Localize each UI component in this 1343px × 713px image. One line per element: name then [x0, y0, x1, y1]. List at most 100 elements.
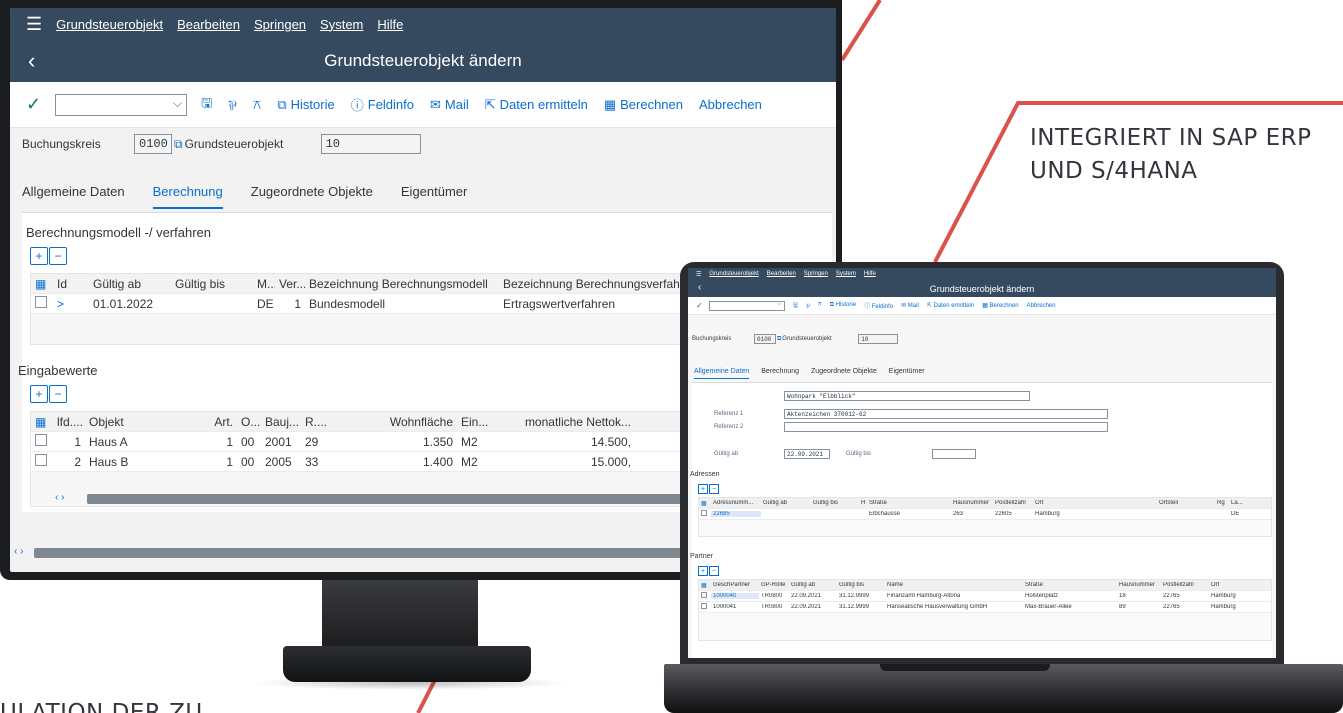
spell-icon[interactable]: ⅌: [806, 302, 810, 310]
column-header[interactable]: GP-Rolle: [759, 582, 789, 588]
menu-system[interactable]: System: [836, 271, 856, 277]
column-header[interactable]: Hausnummer: [951, 500, 993, 506]
column-header[interactable]: Ver...: [275, 277, 305, 291]
table-row[interactable]: 1000041 TR0800 22.09.2021 31.12.9999 Han…: [699, 602, 1271, 613]
insert-row-icon[interactable]: +: [698, 566, 708, 576]
column-header[interactable]: Adressnumm...: [711, 500, 761, 506]
insert-row-icon[interactable]: +: [30, 247, 48, 265]
table-settings-icon[interactable]: ▦: [699, 582, 711, 589]
cell-geschaeftspartner[interactable]: 1000041: [711, 604, 759, 610]
column-header[interactable]: H: [859, 500, 867, 506]
row-checkbox[interactable]: [35, 434, 47, 446]
column-header[interactable]: Ein...: [457, 415, 493, 429]
column-header[interactable]: Id: [53, 277, 89, 291]
daten-ermitteln-button[interactable]: ⇱ Daten ermitteln: [485, 97, 588, 113]
row-select-icon[interactable]: >: [53, 297, 89, 311]
column-header[interactable]: Name: [885, 582, 1023, 588]
menu-grundsteuerobjekt[interactable]: Grundsteuerobjekt: [56, 17, 163, 32]
delete-row-icon[interactable]: −: [49, 247, 67, 265]
insert-row-icon[interactable]: +: [30, 385, 48, 403]
column-header[interactable]: Rg: [1215, 500, 1229, 506]
feldinfo-button[interactable]: ⓘ Feldinfo: [351, 95, 414, 114]
column-header[interactable]: Gültig ab: [761, 500, 811, 506]
menu-bearbeiten[interactable]: Bearbeiten: [177, 17, 240, 32]
column-header[interactable]: Art.: [201, 415, 237, 429]
abbrechen-button[interactable]: Abbrechen: [1027, 303, 1056, 309]
menu-grundsteuerobjekt[interactable]: Grundsteuerobjekt: [709, 271, 758, 277]
tree-button[interactable]: ⚻: [253, 97, 262, 113]
chevron-down-icon[interactable]: ⌵: [777, 301, 782, 308]
historie-button[interactable]: ⧉ Historie: [830, 302, 856, 309]
grundsteuerobjekt-field[interactable]: 10: [858, 334, 899, 344]
column-header[interactable]: Gültig ab: [789, 582, 837, 588]
berechnen-button[interactable]: ▦ Berechnen: [982, 302, 1018, 309]
spell-button[interactable]: ⅌: [228, 96, 237, 114]
table-settings-icon[interactable]: ▦: [31, 277, 53, 291]
menu-hilfe[interactable]: Hilfe: [377, 17, 403, 32]
hamburger-icon[interactable]: ☰: [26, 14, 42, 35]
menu-system[interactable]: System: [320, 17, 363, 32]
column-header[interactable]: La...: [1229, 500, 1243, 506]
cell-geschaeftspartner[interactable]: 1000040: [711, 593, 759, 599]
page-scroll-arrows-icon[interactable]: ‹ ›: [14, 546, 23, 557]
back-icon[interactable]: ‹: [28, 48, 35, 74]
menu-springen[interactable]: Springen: [804, 271, 828, 277]
menu-bearbeiten[interactable]: Bearbeiten: [767, 271, 796, 277]
referenz1-field[interactable]: Aktenzeichen 370012-62: [784, 409, 1108, 419]
column-header[interactable]: O...: [237, 415, 261, 429]
column-header[interactable]: Bauj...: [261, 415, 301, 429]
table-row[interactable]: 1000040 TR0800 22.09.2021 31.12.9999 Fin…: [699, 591, 1271, 602]
table-settings-icon[interactable]: ▦: [699, 500, 711, 507]
column-header[interactable]: Bezeichnung Berechnungsmodell: [305, 277, 499, 291]
mail-button[interactable]: ✉ Mail: [430, 97, 469, 113]
table-settings-icon[interactable]: ▦: [31, 415, 53, 429]
grundsteuerobjekt-field[interactable]: 10: [320, 134, 421, 154]
insert-row-icon[interactable]: +: [698, 484, 708, 494]
back-icon[interactable]: ‹: [698, 282, 701, 293]
abbrechen-button[interactable]: Abbrechen: [699, 97, 762, 112]
column-header[interactable]: M...: [253, 277, 275, 291]
command-field[interactable]: ⌵: [708, 300, 785, 311]
delete-row-icon[interactable]: −: [709, 566, 719, 576]
historie-button[interactable]: ⧉ Historie: [277, 97, 334, 113]
gueltig-bis-field[interactable]: [932, 449, 976, 459]
column-header[interactable]: Ortsteil: [1157, 500, 1215, 506]
column-header[interactable]: Straße: [1023, 582, 1117, 588]
cell-adressnummer[interactable]: 22685: [711, 511, 761, 517]
daten-ermitteln-button[interactable]: ⇱ Daten ermitteln: [927, 302, 974, 309]
column-header[interactable]: Ort: [1209, 582, 1259, 588]
row-checkbox[interactable]: [35, 454, 47, 466]
tab-eigentuemer[interactable]: Eigentümer: [401, 184, 467, 209]
column-header[interactable]: Gültig bis: [811, 500, 859, 506]
menu-hilfe[interactable]: Hilfe: [864, 271, 876, 277]
row-checkbox[interactable]: [701, 592, 707, 598]
delete-row-icon[interactable]: −: [709, 484, 719, 494]
hierarchy-icon[interactable]: ⚻: [818, 302, 822, 309]
buchungskreis-field[interactable]: 0100: [754, 334, 776, 344]
confirm-check-icon[interactable]: ✓: [696, 301, 703, 310]
tab-allgemeine-daten[interactable]: Allgemeine Daten: [22, 184, 125, 209]
tab-eigentuemer[interactable]: Eigentümer: [889, 368, 925, 379]
tab-zugeordnete-objekte[interactable]: Zugeordnete Objekte: [811, 368, 877, 379]
column-header[interactable]: Postleitzahl: [993, 500, 1033, 506]
value-help-icon[interactable]: ⧉: [174, 137, 183, 152]
hamburger-icon[interactable]: ☰: [696, 271, 701, 278]
column-header[interactable]: Gültig ab: [89, 277, 171, 291]
scroll-arrows-icon[interactable]: ‹ ›: [55, 492, 64, 503]
tab-berechnung[interactable]: Berechnung: [152, 184, 223, 209]
column-header[interactable]: R....: [301, 415, 337, 429]
referenz2-field[interactable]: [784, 422, 1108, 432]
save-button[interactable]: 🖫: [201, 94, 212, 116]
column-header[interactable]: Postleitzahl: [1161, 582, 1209, 588]
bezeichnung-field[interactable]: Wohnpark "Elbblick": [784, 391, 1030, 401]
gueltig-ab-field[interactable]: 22.09.2021: [784, 449, 830, 459]
berechnen-button[interactable]: ▦ Berechnen: [604, 97, 683, 113]
column-header[interactable]: Hausnummer: [1117, 582, 1161, 588]
row-checkbox[interactable]: [35, 296, 47, 308]
confirm-check-icon[interactable]: ✓: [26, 94, 41, 115]
column-header[interactable]: Objekt: [85, 415, 201, 429]
value-help-icon[interactable]: ⧉: [777, 336, 781, 343]
column-header[interactable]: Ort: [1033, 500, 1157, 506]
column-header[interactable]: monatliche Nettok...: [493, 415, 635, 429]
column-header[interactable]: Straße: [867, 500, 951, 506]
